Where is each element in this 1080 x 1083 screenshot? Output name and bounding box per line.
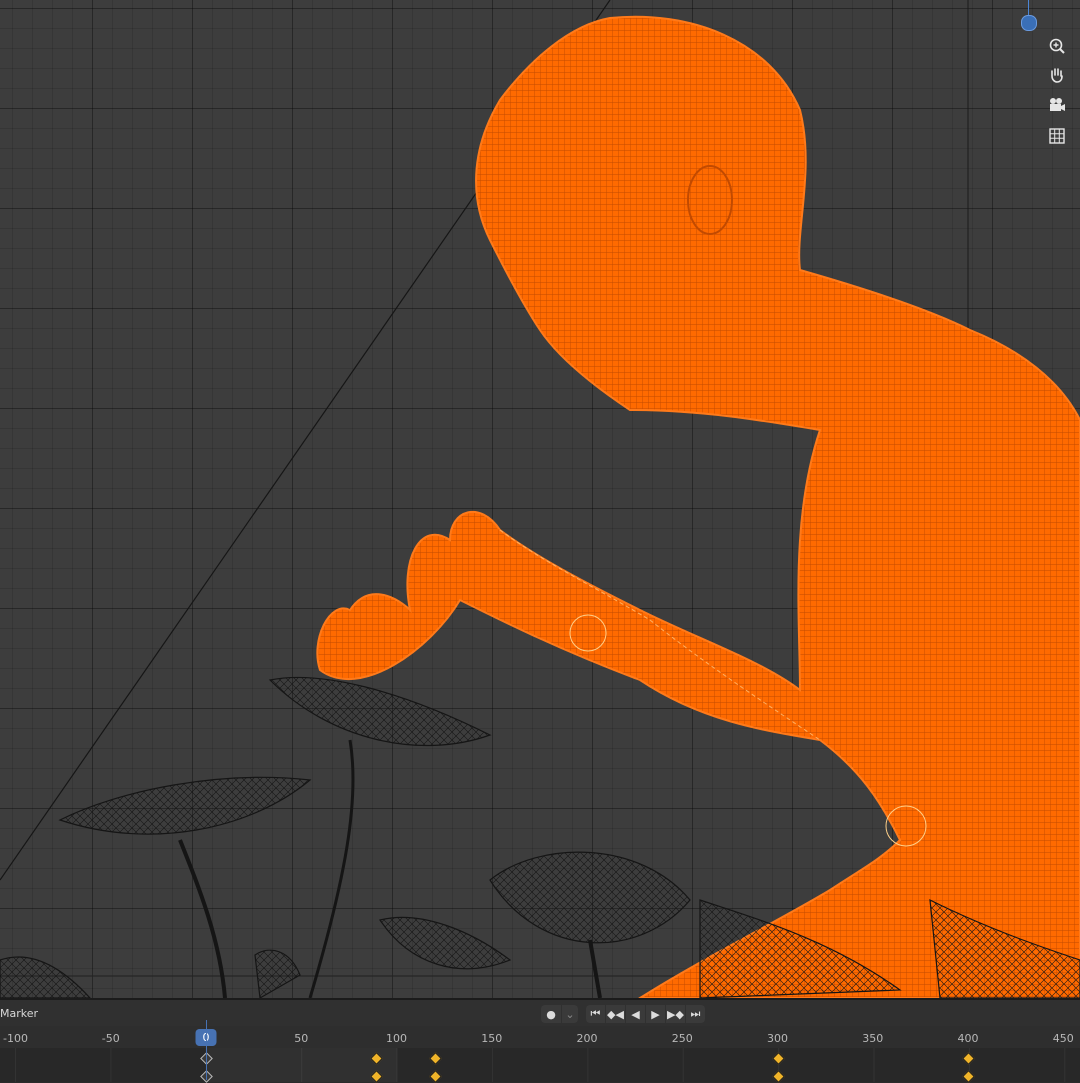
- summary-keyframe[interactable]: [428, 1052, 442, 1065]
- hand-pan-icon[interactable]: [1044, 62, 1070, 88]
- timeline-header: Marker ● ⌄ ⏮ ◆◀ ◀ ▶ ▶◆ ⏭: [0, 1000, 1080, 1026]
- character-mesh: [316, 15, 1080, 998]
- zoom-icon[interactable]: [1044, 33, 1070, 59]
- play-icon[interactable]: ▶: [646, 1005, 665, 1023]
- marker-menu[interactable]: Marker: [0, 1007, 38, 1020]
- ruler-tick-label: 350: [862, 1032, 884, 1045]
- next-keyframe-icon[interactable]: ▶◆: [666, 1005, 685, 1023]
- frame-ruler[interactable]: -100-50050100150200250300350400450: [0, 1026, 1080, 1048]
- ruler-tick-label: 400: [957, 1032, 979, 1045]
- 3d-viewport[interactable]: [0, 0, 1080, 998]
- preview-range: [206, 1048, 397, 1082]
- current-frame-line: [206, 1020, 207, 1080]
- camera-icon[interactable]: [1044, 92, 1070, 118]
- summary-keyframe[interactable]: [771, 1052, 785, 1065]
- play-reverse-icon[interactable]: ◀: [626, 1005, 645, 1023]
- object-keyframe[interactable]: [771, 1070, 785, 1083]
- ruler-tick-label: 50: [294, 1032, 309, 1045]
- gizmo-axis-line: [1028, 0, 1029, 15]
- jump-end-icon[interactable]: ⏭: [686, 1005, 705, 1023]
- ruler-tick-label: 200: [576, 1032, 598, 1045]
- object-keyframe[interactable]: [962, 1070, 975, 1083]
- record-icon[interactable]: ●: [541, 1005, 561, 1023]
- ruler-tick-label: -100: [3, 1032, 28, 1045]
- grid-ortho-icon[interactable]: [1044, 123, 1070, 149]
- ruler-tick-label: 250: [671, 1032, 693, 1045]
- viewport-scene: [0, 0, 1080, 998]
- ruler-tick-label: 300: [767, 1032, 788, 1045]
- summary-keyframe[interactable]: [962, 1052, 975, 1065]
- prev-keyframe-icon[interactable]: ◆◀: [606, 1005, 625, 1023]
- timeline-editor[interactable]: Marker ● ⌄ ⏮ ◆◀ ◀ ▶ ▶◆ ⏭ -100-5005010015…: [0, 998, 1080, 1083]
- keyframe-rows[interactable]: [0, 1048, 1080, 1083]
- jump-start-icon[interactable]: ⏮: [586, 1005, 605, 1023]
- ruler-tick-label: -50: [101, 1032, 120, 1045]
- ruler-tick-label: 100: [386, 1032, 407, 1045]
- dropdown-icon[interactable]: ⌄: [562, 1005, 578, 1023]
- object-keyframe[interactable]: [428, 1070, 442, 1083]
- ruler-tick-label: 450: [1052, 1032, 1074, 1045]
- ruler-tick-label: 150: [481, 1032, 503, 1045]
- navigation-gizmo-z-icon[interactable]: [1021, 15, 1037, 31]
